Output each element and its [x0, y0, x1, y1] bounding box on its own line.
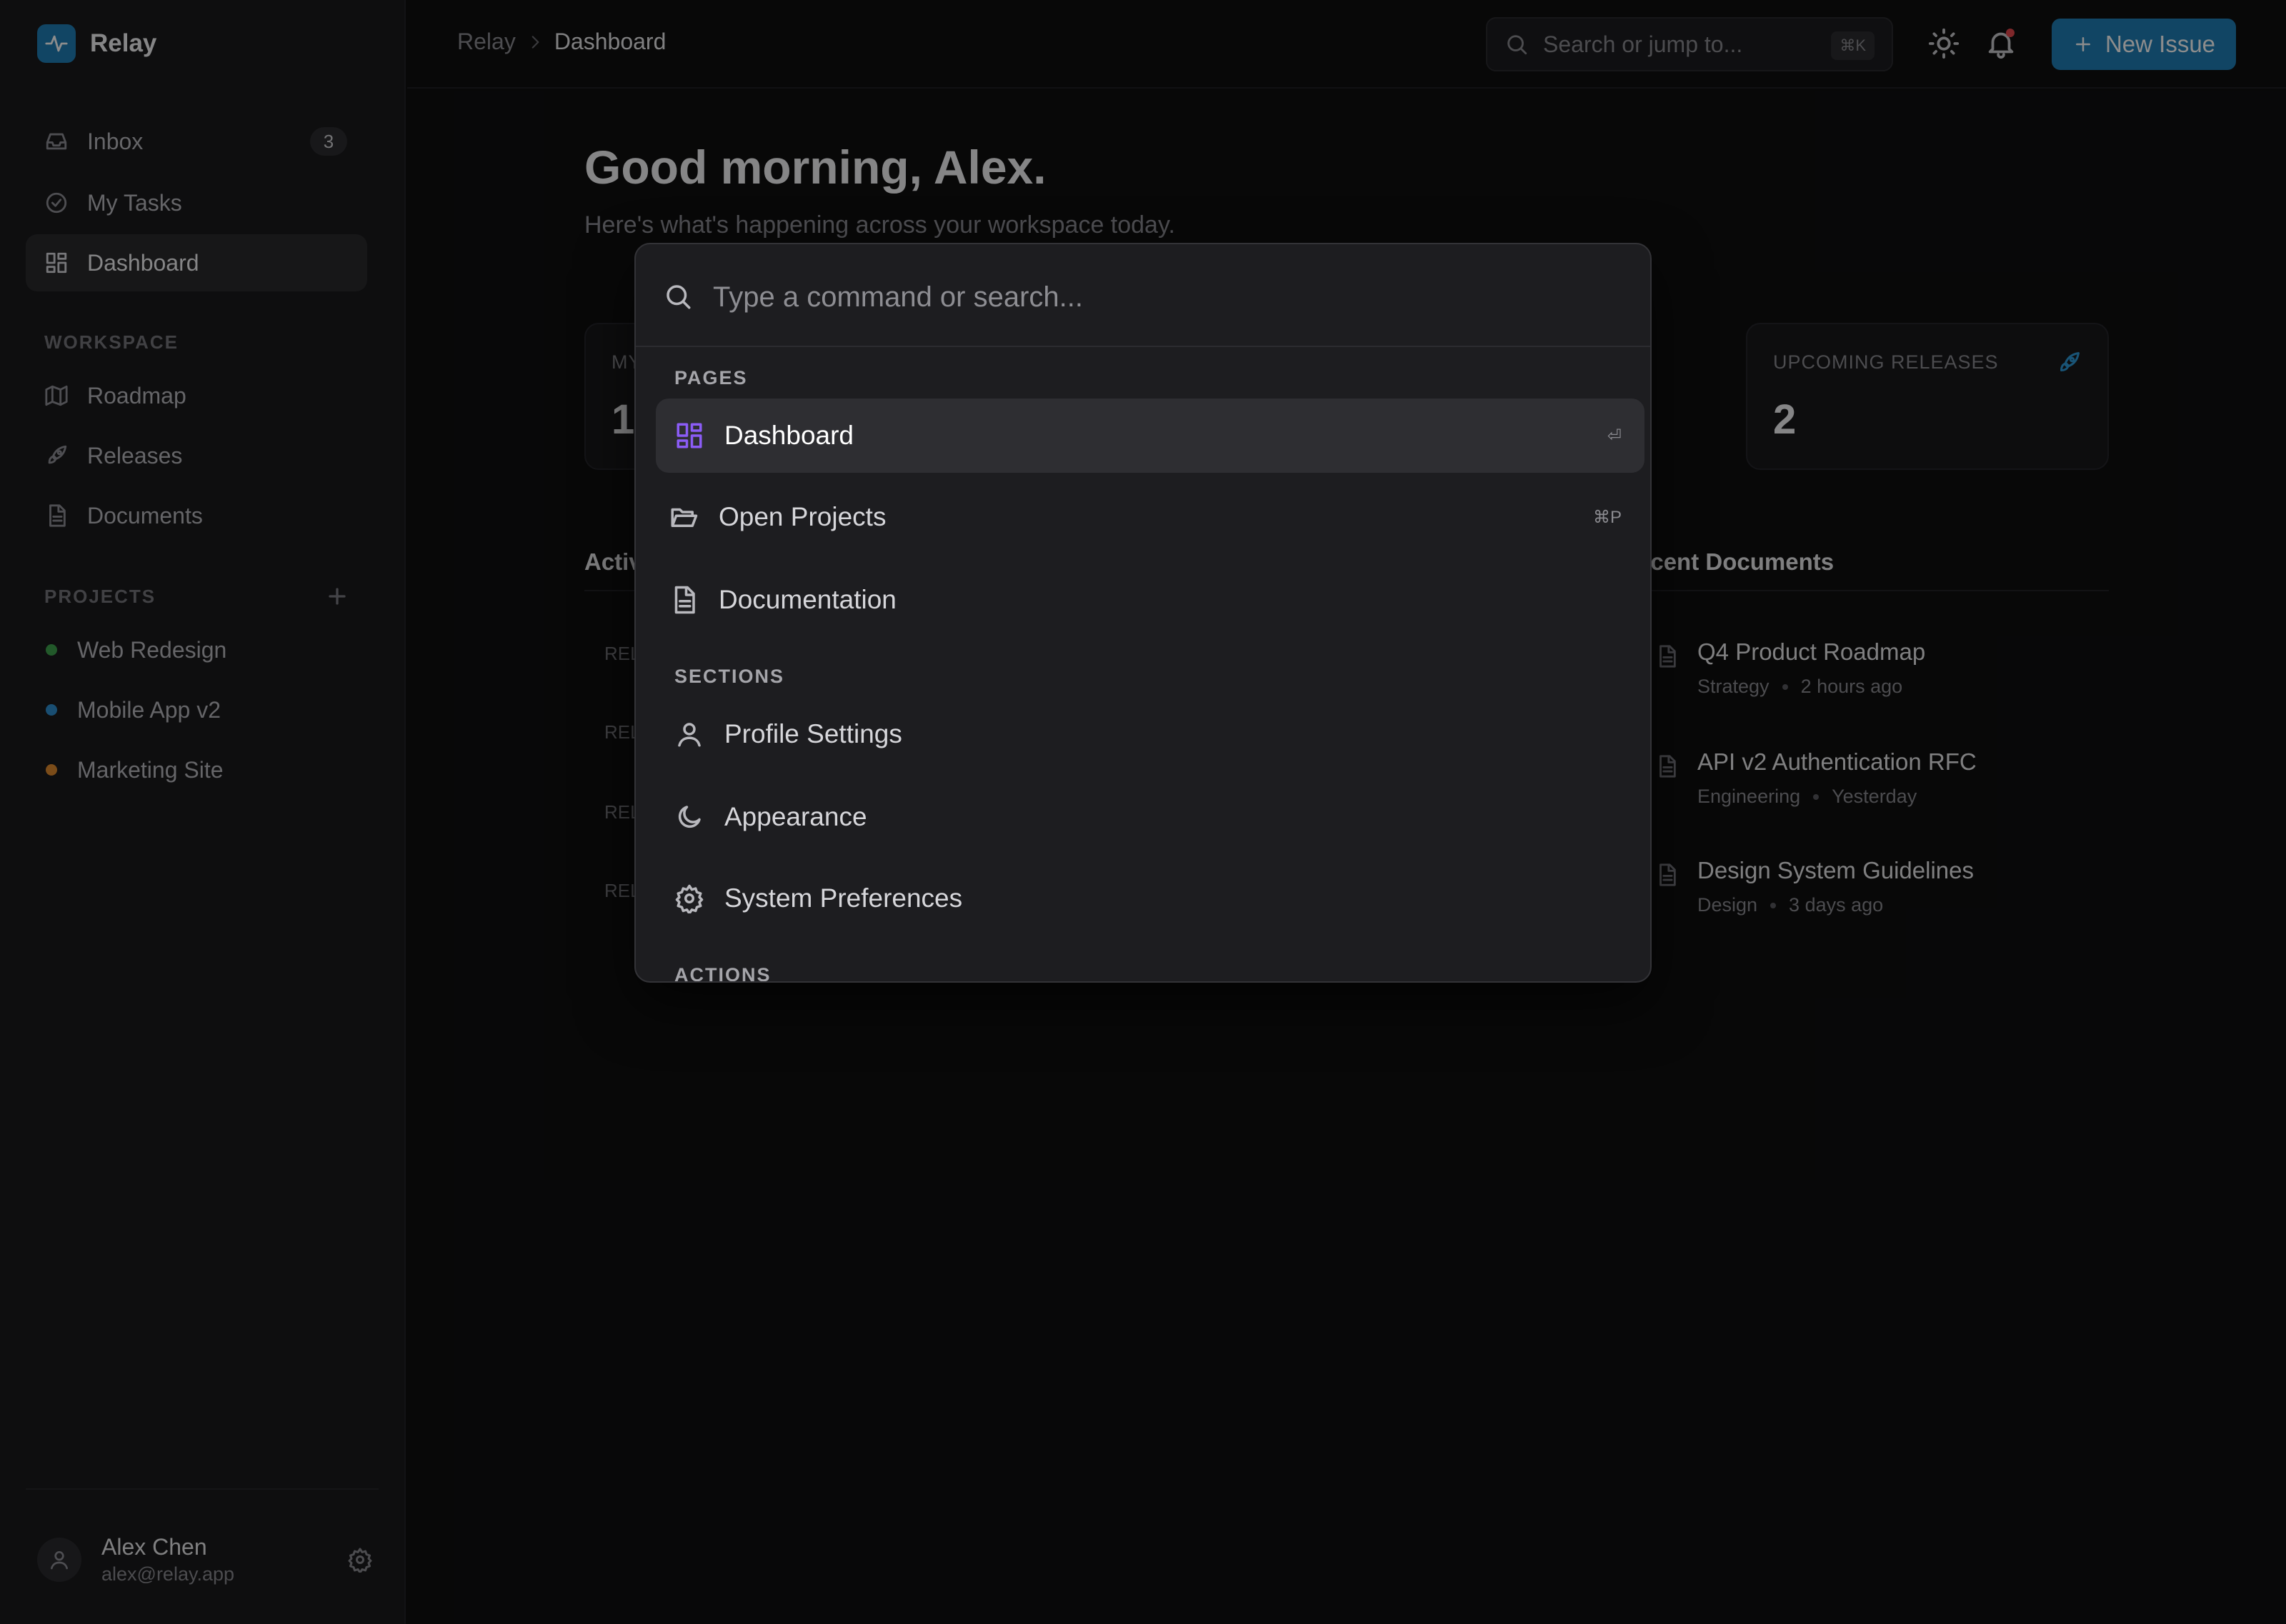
palette-item-label: Profile Settings [724, 719, 902, 748]
palette-item-label: Appearance [724, 802, 867, 831]
command-search [636, 244, 1650, 347]
palette-item-label: Dashboard [724, 421, 854, 450]
document-icon [669, 585, 699, 615]
open-projects-shortcut: ⌘P [1592, 507, 1622, 527]
palette-section-pages: PAGES [674, 367, 748, 389]
palette-item-appearance[interactable]: Appearance [656, 780, 1644, 854]
search-icon [663, 281, 693, 311]
palette-item-label: Documentation [719, 585, 897, 614]
moon-icon [674, 802, 704, 832]
dashboard-icon [674, 421, 704, 451]
palette-item-documentation[interactable]: Documentation [656, 563, 1644, 637]
command-input[interactable] [713, 276, 1606, 319]
palette-item-profile-settings[interactable]: Profile Settings [656, 697, 1644, 771]
folder-open-icon [669, 502, 699, 532]
user-icon [674, 719, 704, 749]
palette-item-system-preferences[interactable]: System Preferences [656, 861, 1644, 936]
gear-icon [674, 883, 704, 913]
command-palette: PAGES Dashboard ⏎ Open Projects ⌘P Docum… [634, 243, 1652, 983]
palette-item-label: System Preferences [724, 883, 963, 913]
palette-item-label: Open Projects [719, 502, 887, 531]
palette-section-sections: SECTIONS [674, 666, 785, 687]
enter-shortcut: ⏎ [1607, 426, 1622, 446]
palette-section-actions: ACTIONS [674, 964, 772, 983]
palette-item-dashboard[interactable]: Dashboard ⏎ [656, 399, 1644, 473]
palette-item-open-projects[interactable]: Open Projects ⌘P [656, 480, 1644, 554]
